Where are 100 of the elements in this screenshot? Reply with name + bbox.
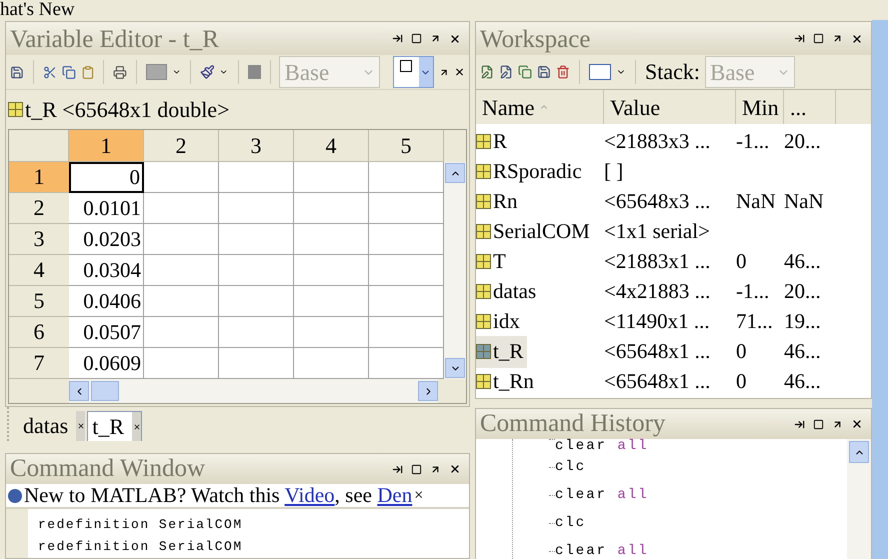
workspace-item[interactable]: t_R xyxy=(476,336,528,368)
history-entry[interactable]: clear all xyxy=(555,439,649,453)
table-cell[interactable] xyxy=(369,224,444,255)
table-cell[interactable] xyxy=(219,286,294,317)
import-icon[interactable] xyxy=(518,65,532,79)
undock-icon[interactable] xyxy=(832,33,843,44)
vertical-scrollbar[interactable] xyxy=(847,439,871,559)
link[interactable]: Video xyxy=(284,484,335,507)
workspace-item[interactable]: R xyxy=(476,126,512,158)
table-cell[interactable] xyxy=(219,224,294,255)
dock-icon[interactable] xyxy=(392,33,403,44)
save-icon[interactable] xyxy=(10,64,24,80)
table-cell[interactable] xyxy=(369,286,444,317)
horizontal-scrollbar[interactable] xyxy=(69,379,438,403)
vertical-scrollbar[interactable] xyxy=(444,162,466,379)
close-icon[interactable] xyxy=(851,32,863,44)
table-cell[interactable]: 0.0203 xyxy=(69,224,144,255)
variable-icon xyxy=(476,134,491,150)
print-icon[interactable] xyxy=(113,64,128,80)
table-cell[interactable] xyxy=(294,255,369,286)
table-cell[interactable] xyxy=(144,162,219,193)
maximize-icon[interactable] xyxy=(411,33,422,44)
column-header[interactable]: 5 xyxy=(369,130,444,162)
table-cell[interactable] xyxy=(369,255,444,286)
workspace-item[interactable]: t_Rn xyxy=(476,366,538,398)
brush-icon[interactable] xyxy=(200,64,214,80)
table-cell[interactable] xyxy=(219,317,294,348)
table-cell[interactable] xyxy=(219,162,294,193)
table-cell[interactable]: 0.0507 xyxy=(69,317,144,348)
table-cell[interactable]: 0.0304 xyxy=(69,255,144,286)
delete-icon[interactable] xyxy=(556,65,570,79)
maximize-icon[interactable] xyxy=(813,33,824,44)
table-cell[interactable]: 0.0101 xyxy=(69,193,144,224)
table-cell[interactable] xyxy=(294,348,369,379)
close-icon[interactable] xyxy=(449,463,461,475)
table-cell[interactable] xyxy=(144,193,219,224)
table-cell[interactable] xyxy=(144,317,219,348)
column-header[interactable]: 3 xyxy=(219,130,294,162)
table-cell[interactable] xyxy=(369,317,444,348)
close-icon[interactable] xyxy=(449,32,461,44)
close-icon[interactable] xyxy=(851,418,863,430)
link[interactable]: Den xyxy=(377,484,412,507)
table-cell[interactable] xyxy=(294,162,369,193)
column-header[interactable]: 1 xyxy=(69,130,144,162)
dock-icon[interactable] xyxy=(392,464,403,474)
table-cell[interactable] xyxy=(369,193,444,224)
maximize-icon[interactable] xyxy=(813,418,824,430)
workspace-item[interactable]: Rn xyxy=(476,186,522,218)
cut-icon[interactable] xyxy=(42,64,57,80)
table-cell[interactable] xyxy=(369,162,444,193)
workspace-item[interactable]: SerialCOM xyxy=(476,216,594,248)
table-cell[interactable] xyxy=(294,224,369,255)
maximize-icon[interactable] xyxy=(411,464,422,474)
history-entry[interactable]: clear all xyxy=(555,544,649,558)
history-entry[interactable]: clear all xyxy=(555,488,649,502)
column-header[interactable]: ... xyxy=(784,90,836,124)
variable-icon xyxy=(476,374,491,390)
undock-icon[interactable] xyxy=(430,464,441,474)
save-icon[interactable] xyxy=(537,65,551,79)
close-icon[interactable] xyxy=(454,66,466,78)
column-header[interactable]: 2 xyxy=(144,130,219,162)
table-cell[interactable]: 0 xyxy=(69,162,144,193)
workspace-item[interactable]: T xyxy=(476,246,510,278)
column-header[interactable]: Min xyxy=(736,90,784,124)
dock-icon[interactable] xyxy=(794,418,805,430)
paste-icon[interactable] xyxy=(80,64,94,80)
row-header[interactable]: 1 xyxy=(9,162,69,193)
table-cell[interactable] xyxy=(144,286,219,317)
dock-icon[interactable] xyxy=(794,33,805,44)
column-header[interactable]: 4 xyxy=(294,130,369,162)
layout-dropdown[interactable] xyxy=(393,56,434,88)
table-cell[interactable] xyxy=(294,193,369,224)
table-cell[interactable] xyxy=(144,224,219,255)
table-cell[interactable] xyxy=(219,193,294,224)
workspace-item[interactable]: datas xyxy=(476,276,540,308)
copy-icon[interactable] xyxy=(62,64,76,80)
workspace-item[interactable]: idx xyxy=(476,306,524,338)
column-header[interactable]: Value xyxy=(604,90,736,124)
close-icon[interactable] xyxy=(132,422,140,430)
close-icon[interactable] xyxy=(76,422,85,430)
table-cell[interactable] xyxy=(219,255,294,286)
table-cell[interactable]: 0.0609 xyxy=(69,348,144,379)
history-entry[interactable]: clc xyxy=(555,460,586,474)
table-cell[interactable] xyxy=(294,317,369,348)
table-cell[interactable]: 0.0406 xyxy=(69,286,144,317)
undock-icon[interactable] xyxy=(832,418,843,430)
table-cell[interactable] xyxy=(144,348,219,379)
table-cell[interactable] xyxy=(294,286,369,317)
workspace-item[interactable]: RSporadic xyxy=(476,156,586,188)
document-tab[interactable]: t_R xyxy=(87,411,142,441)
new-variable-icon[interactable] xyxy=(480,65,494,79)
history-entry[interactable]: clc xyxy=(555,516,586,530)
scroll-thumb[interactable] xyxy=(91,381,119,401)
column-header[interactable]: Name xyxy=(476,90,604,124)
edit-icon[interactable] xyxy=(499,65,513,79)
undock-icon[interactable] xyxy=(430,33,441,44)
table-cell[interactable] xyxy=(219,348,294,379)
close-button[interactable]: × xyxy=(414,488,424,504)
table-cell[interactable] xyxy=(369,348,444,379)
table-cell[interactable] xyxy=(144,255,219,286)
